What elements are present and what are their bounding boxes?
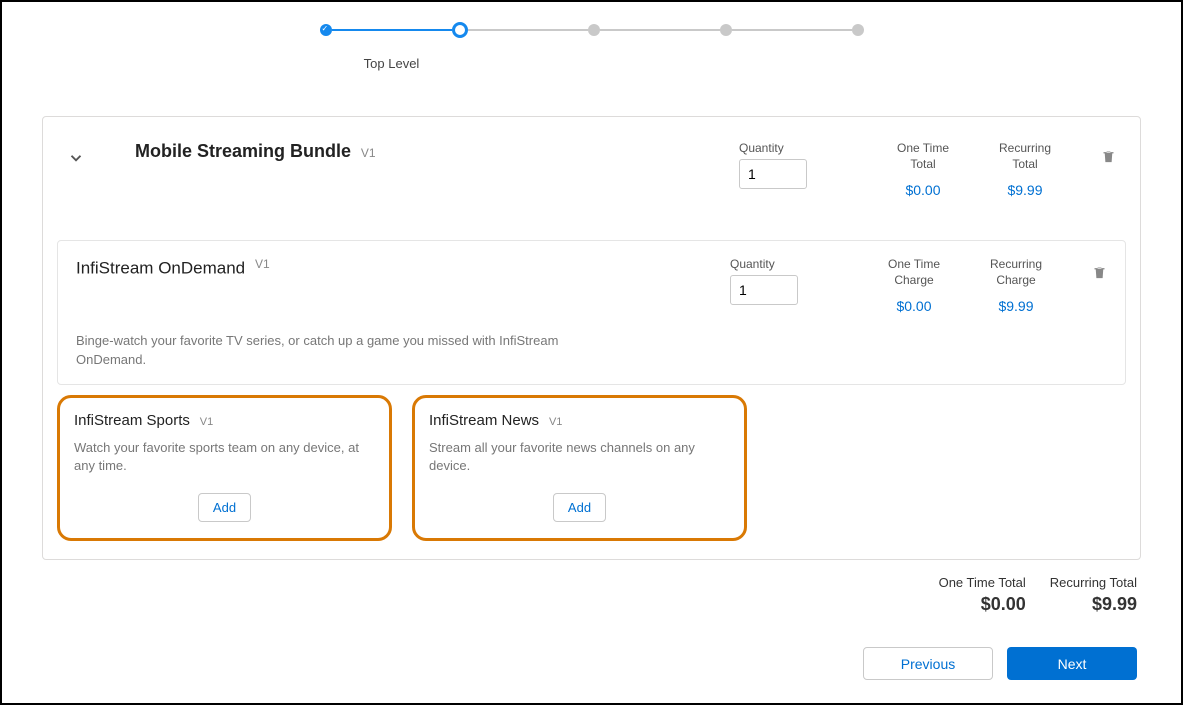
quantity-label: Quantity — [730, 257, 798, 271]
bundle-title: Mobile Streaming Bundle — [135, 141, 351, 161]
previous-button[interactable]: Previous — [863, 647, 993, 680]
addon-version: V1 — [200, 416, 213, 428]
step-2-current-icon — [452, 22, 468, 38]
step-5-icon — [852, 24, 864, 36]
recurring-total-label: RecurringTotal — [989, 141, 1061, 172]
addon-description: Stream all your favorite news channels o… — [429, 439, 730, 477]
chevron-down-icon[interactable] — [67, 149, 85, 170]
addon-description: Watch your favorite sports team on any d… — [74, 439, 375, 477]
addon-title: InfiStream News — [429, 412, 539, 429]
one-time-total-label: One TimeTotal — [887, 141, 959, 172]
step-connector — [600, 29, 720, 31]
addon-card-sports: InfiStream Sports V1 Watch your favorite… — [57, 395, 392, 541]
footer-recurring-value: $9.99 — [1050, 594, 1137, 615]
addon-title: InfiStream Sports — [74, 412, 190, 429]
step-connector — [732, 29, 852, 31]
trash-icon[interactable] — [1101, 149, 1116, 167]
next-button[interactable]: Next — [1007, 647, 1137, 680]
bundle-card: Mobile Streaming Bundle V1 Quantity One … — [42, 116, 1141, 560]
item-quantity-input[interactable] — [730, 275, 798, 305]
item-title: InfiStream OnDemand — [76, 259, 245, 278]
step-connector — [468, 29, 588, 31]
footer-totals: One Time Total $0.00 Recurring Total $9.… — [2, 574, 1137, 615]
bundle-version: V1 — [361, 146, 376, 160]
item-version: V1 — [255, 257, 270, 271]
step-1-done-icon — [320, 24, 332, 36]
step-4-icon — [720, 24, 732, 36]
addon-version: V1 — [549, 416, 562, 428]
recurring-total-value: $9.99 — [989, 182, 1061, 198]
step-label: Top Level — [0, 56, 1181, 71]
item-description: Binge-watch your favorite TV series, or … — [76, 332, 596, 370]
progress-stepper — [2, 22, 1181, 38]
recurring-charge-label: RecurringCharge — [980, 257, 1052, 288]
line-item-card: InfiStream OnDemand V1 Quantity One Time… — [57, 240, 1126, 385]
footer-recurring-label: Recurring Total — [1050, 575, 1137, 590]
quantity-label: Quantity — [739, 141, 807, 155]
step-connector — [332, 29, 452, 31]
footer-one-time-label: One Time Total — [939, 575, 1026, 590]
step-3-icon — [588, 24, 600, 36]
one-time-charge-label: One TimeCharge — [878, 257, 950, 288]
bundle-quantity-input[interactable] — [739, 159, 807, 189]
footer-one-time-value: $0.00 — [939, 594, 1026, 615]
add-button[interactable]: Add — [198, 493, 251, 522]
add-button[interactable]: Add — [553, 493, 606, 522]
one-time-total-value: $0.00 — [887, 182, 959, 198]
recurring-charge-value: $9.99 — [980, 298, 1052, 314]
one-time-charge-value: $0.00 — [878, 298, 950, 314]
addon-card-news: InfiStream News V1 Stream all your favor… — [412, 395, 747, 541]
trash-icon[interactable] — [1092, 265, 1107, 283]
